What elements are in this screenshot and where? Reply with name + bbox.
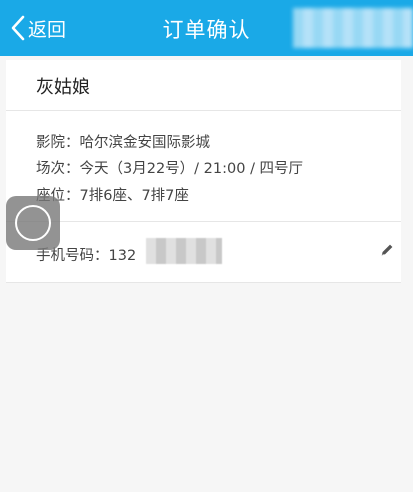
floating-assistive-button[interactable] bbox=[6, 196, 60, 250]
cinema-info: 影院：哈尔滨金安国际影城 bbox=[36, 135, 210, 151]
movie-card: 灰姑娘 bbox=[6, 60, 401, 111]
showtime-info: 场次：今天（3月22号）/ 21:00 / 四号厅 bbox=[36, 161, 304, 177]
redacted-phone-digits bbox=[146, 238, 222, 264]
movie-name: 灰姑娘 bbox=[36, 77, 90, 98]
circle-icon bbox=[15, 205, 51, 241]
pencil-icon[interactable] bbox=[379, 242, 395, 258]
redacted-area bbox=[293, 8, 413, 48]
session-info-card: 影院：哈尔滨金安国际影城 场次：今天（3月22号）/ 21:00 / 四号厅 座… bbox=[6, 111, 401, 222]
top-nav-bar: 返回 订单确认 bbox=[0, 0, 413, 56]
phone-row[interactable]: 手机号码：132 bbox=[6, 222, 401, 283]
